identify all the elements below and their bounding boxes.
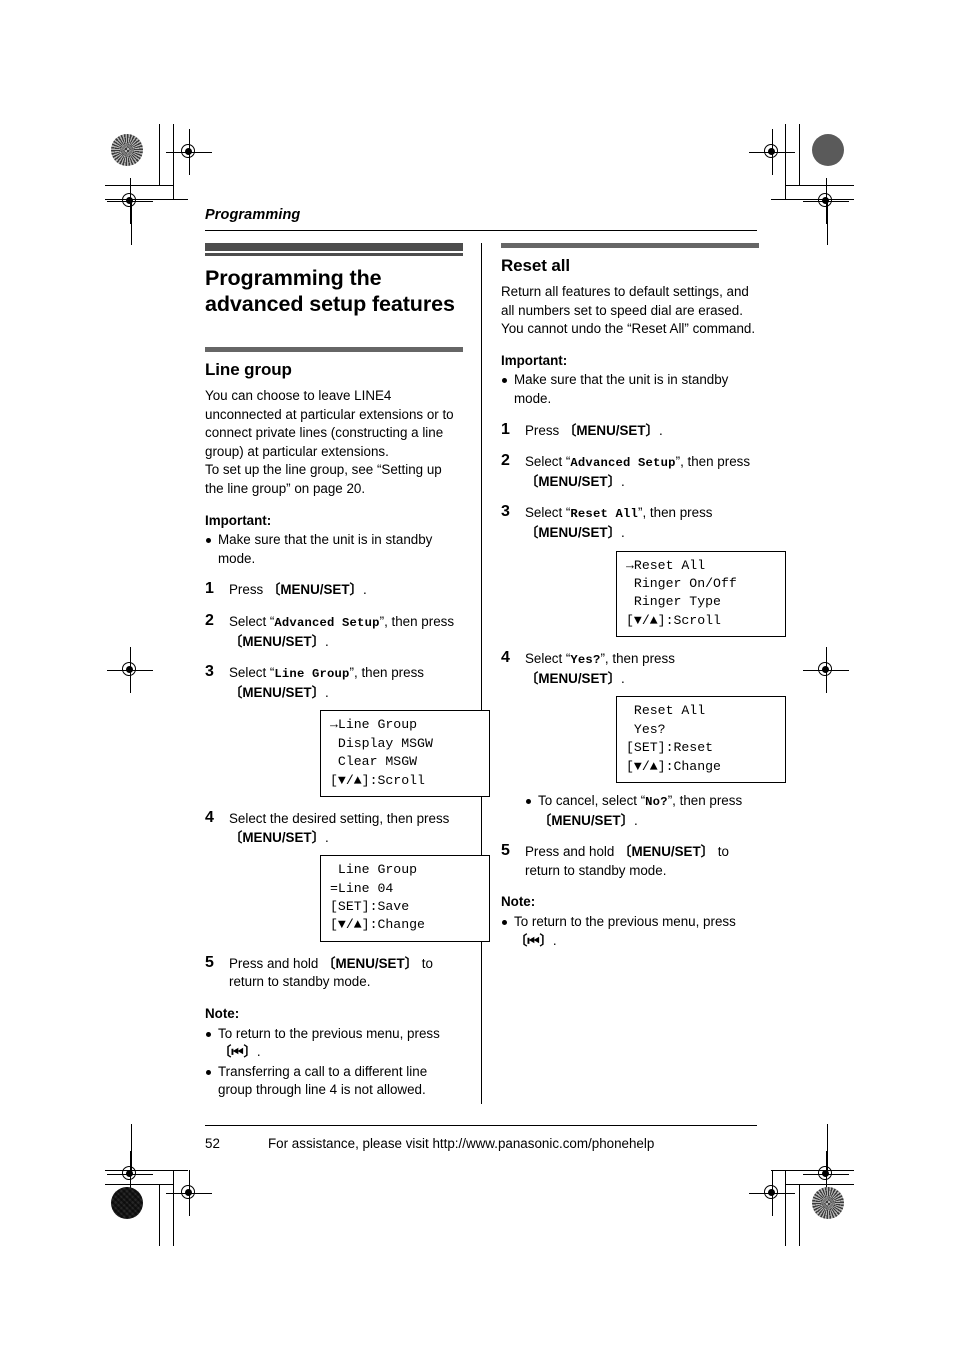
- step-text: Press 〔MENU/SET〕.: [525, 422, 663, 438]
- numbered-step: 2 Select “Advanced Setup”, then press 〔ME…: [501, 452, 759, 491]
- menu-name: Line Group: [274, 667, 350, 682]
- step-text: Select “Line Group”, then press 〔MENU/SE…: [229, 665, 424, 700]
- note-label-right: Note:: [501, 894, 536, 910]
- step-text: Select “Advanced Setup”, then press 〔MEN…: [525, 454, 751, 489]
- lcd-screen-illustration: →Line Group Display MSGW Clear MSGW [▼/▲…: [320, 710, 490, 797]
- step-number: 1: [501, 420, 510, 438]
- bullet-item: Make sure that the unit is in standby mo…: [205, 531, 463, 568]
- manual-page: Programming Programming the advanced set…: [0, 0, 954, 1351]
- key-label: 〔MENU/SET〕: [525, 473, 621, 489]
- numbered-step: 2 Select “Advanced Setup”, then press 〔ME…: [205, 611, 463, 651]
- step-number: 4: [501, 649, 510, 667]
- step-number: 5: [501, 842, 510, 860]
- important-label-right: Important:: [501, 352, 568, 368]
- note-item: To return to the previous menu, press 〔⏮…: [501, 913, 759, 950]
- bullet-item: Make sure that the unit is in standby mo…: [501, 371, 759, 408]
- column-divider: [481, 243, 482, 1104]
- title-bar-thick: [205, 243, 463, 251]
- right-column: Reset all Return all features to default…: [501, 243, 786, 950]
- lcd-screen-illustration: Line Group =Line 04 [SET]:Save [▼/▲]:Cha…: [320, 855, 490, 942]
- key-label: 〔MENU/SET〕: [322, 955, 419, 971]
- menu-name: No?: [645, 794, 668, 809]
- step-sub-bullet: To cancel, select “No?”, then press 〔MEN…: [525, 792, 759, 830]
- numbered-step: 1 Press 〔MENU/SET〕.: [205, 580, 463, 600]
- numbered-step: 3 Select “Reset All”, then press 〔MENU/SE…: [501, 503, 786, 638]
- step-text: Press and hold 〔MENU/SET〕 to return to s…: [525, 844, 729, 878]
- step-number: 3: [501, 503, 510, 521]
- menu-name: Advanced Setup: [274, 615, 380, 630]
- important-bullets-right: Make sure that the unit is in standby mo…: [501, 371, 759, 408]
- key-label: 〔MENU/SET〕: [525, 670, 621, 686]
- section-intro-reset-all: Return all features to default settings,…: [501, 284, 756, 337]
- numbered-step: 4 Select the desired setting, then press …: [205, 808, 490, 942]
- steps-reset-all: 1 Press 〔MENU/SET〕. 2 Select “Advanced Setu…: [501, 420, 786, 881]
- key-label: 〔MENU/SET〕: [562, 422, 659, 438]
- running-head: Programming: [205, 207, 301, 223]
- key-label: 〔MENU/SET〕: [618, 844, 715, 860]
- note-item: Transferring a call to a different line …: [205, 1063, 463, 1100]
- page-title: Programming the advanced setup features: [205, 266, 455, 316]
- step-text: Press and hold 〔MENU/SET〕 to return to s…: [229, 955, 433, 990]
- section-heading-reset-all: Reset all: [501, 256, 571, 275]
- section-bar-reset-all: [501, 243, 759, 248]
- key-label: 〔MENU/SET〕: [525, 524, 621, 540]
- step-text: Select “Advanced Setup”, then press 〔MEN…: [229, 613, 455, 649]
- step-text: Select “Yes?”, then press 〔MENU/SET〕.: [525, 651, 675, 686]
- note-bullets-left: To return to the previous menu, press 〔⏮…: [205, 1025, 463, 1100]
- step-number: 2: [501, 452, 510, 470]
- numbered-step: 3 Select “Line Group”, then press 〔MENU/S…: [205, 663, 490, 797]
- lcd-screen-illustration: →Reset All Ringer On/Off Ringer Type [▼/…: [616, 550, 786, 638]
- menu-name: Reset All: [570, 507, 639, 522]
- key-label: 〔⏮〕: [218, 1044, 257, 1060]
- step-text: Select the desired setting, then press 〔…: [229, 810, 450, 845]
- important-label-left: Important:: [205, 512, 272, 528]
- step-number: 3: [205, 663, 214, 681]
- section-bar-line-group: [205, 347, 463, 352]
- key-label: 〔MENU/SET〕: [229, 684, 325, 700]
- note-item: To return to the previous menu, press 〔⏮…: [205, 1025, 463, 1062]
- key-label: 〔MENU/SET〕: [538, 812, 634, 828]
- header-rule: [205, 230, 757, 231]
- lcd-screen-illustration: Reset All Yes? [SET]:Reset [▼/▲]:Change: [616, 696, 786, 783]
- numbered-step: 1 Press 〔MENU/SET〕.: [501, 420, 759, 441]
- note-bullets-right: To return to the previous menu, press 〔⏮…: [501, 913, 759, 950]
- step-number: 5: [205, 953, 214, 971]
- step-text: Press 〔MENU/SET〕.: [229, 582, 367, 598]
- key-label: 〔MENU/SET〕: [266, 582, 363, 598]
- steps-line-group: 1 Press 〔MENU/SET〕. 2 Select “Advanced Setu…: [205, 580, 490, 992]
- footer-assistance-text: For assistance, please visit http://www.…: [268, 1136, 655, 1151]
- left-column: Programming the advanced setup features …: [205, 243, 490, 1100]
- important-bullets-left: Make sure that the unit is in standby mo…: [205, 531, 463, 568]
- section-intro-line-group: You can choose to leave LINE4 unconnecte…: [205, 388, 454, 496]
- step-number: 1: [205, 580, 214, 598]
- key-label: 〔MENU/SET〕: [229, 633, 325, 649]
- key-label: 〔MENU/SET〕: [229, 829, 325, 845]
- footer-rule: [205, 1125, 757, 1126]
- numbered-step: 4 Select “Yes?”, then press 〔MENU/SET〕. R…: [501, 649, 786, 830]
- page-number: 52: [205, 1136, 220, 1151]
- numbered-step: 5 Press and hold 〔MENU/SET〕 to return to …: [501, 842, 759, 880]
- menu-name: Yes?: [570, 653, 601, 668]
- note-label-left: Note:: [205, 1005, 240, 1021]
- menu-name: Advanced Setup: [570, 456, 676, 471]
- section-heading-line-group: Line group: [205, 360, 292, 379]
- step-number: 4: [205, 808, 214, 826]
- step-number: 2: [205, 611, 214, 629]
- title-bar-thin: [205, 253, 463, 256]
- key-label: 〔⏮〕: [514, 932, 553, 948]
- step-text: Select “Reset All”, then press 〔MENU/SET…: [525, 505, 713, 540]
- numbered-step: 5 Press and hold 〔MENU/SET〕 to return to …: [205, 953, 463, 992]
